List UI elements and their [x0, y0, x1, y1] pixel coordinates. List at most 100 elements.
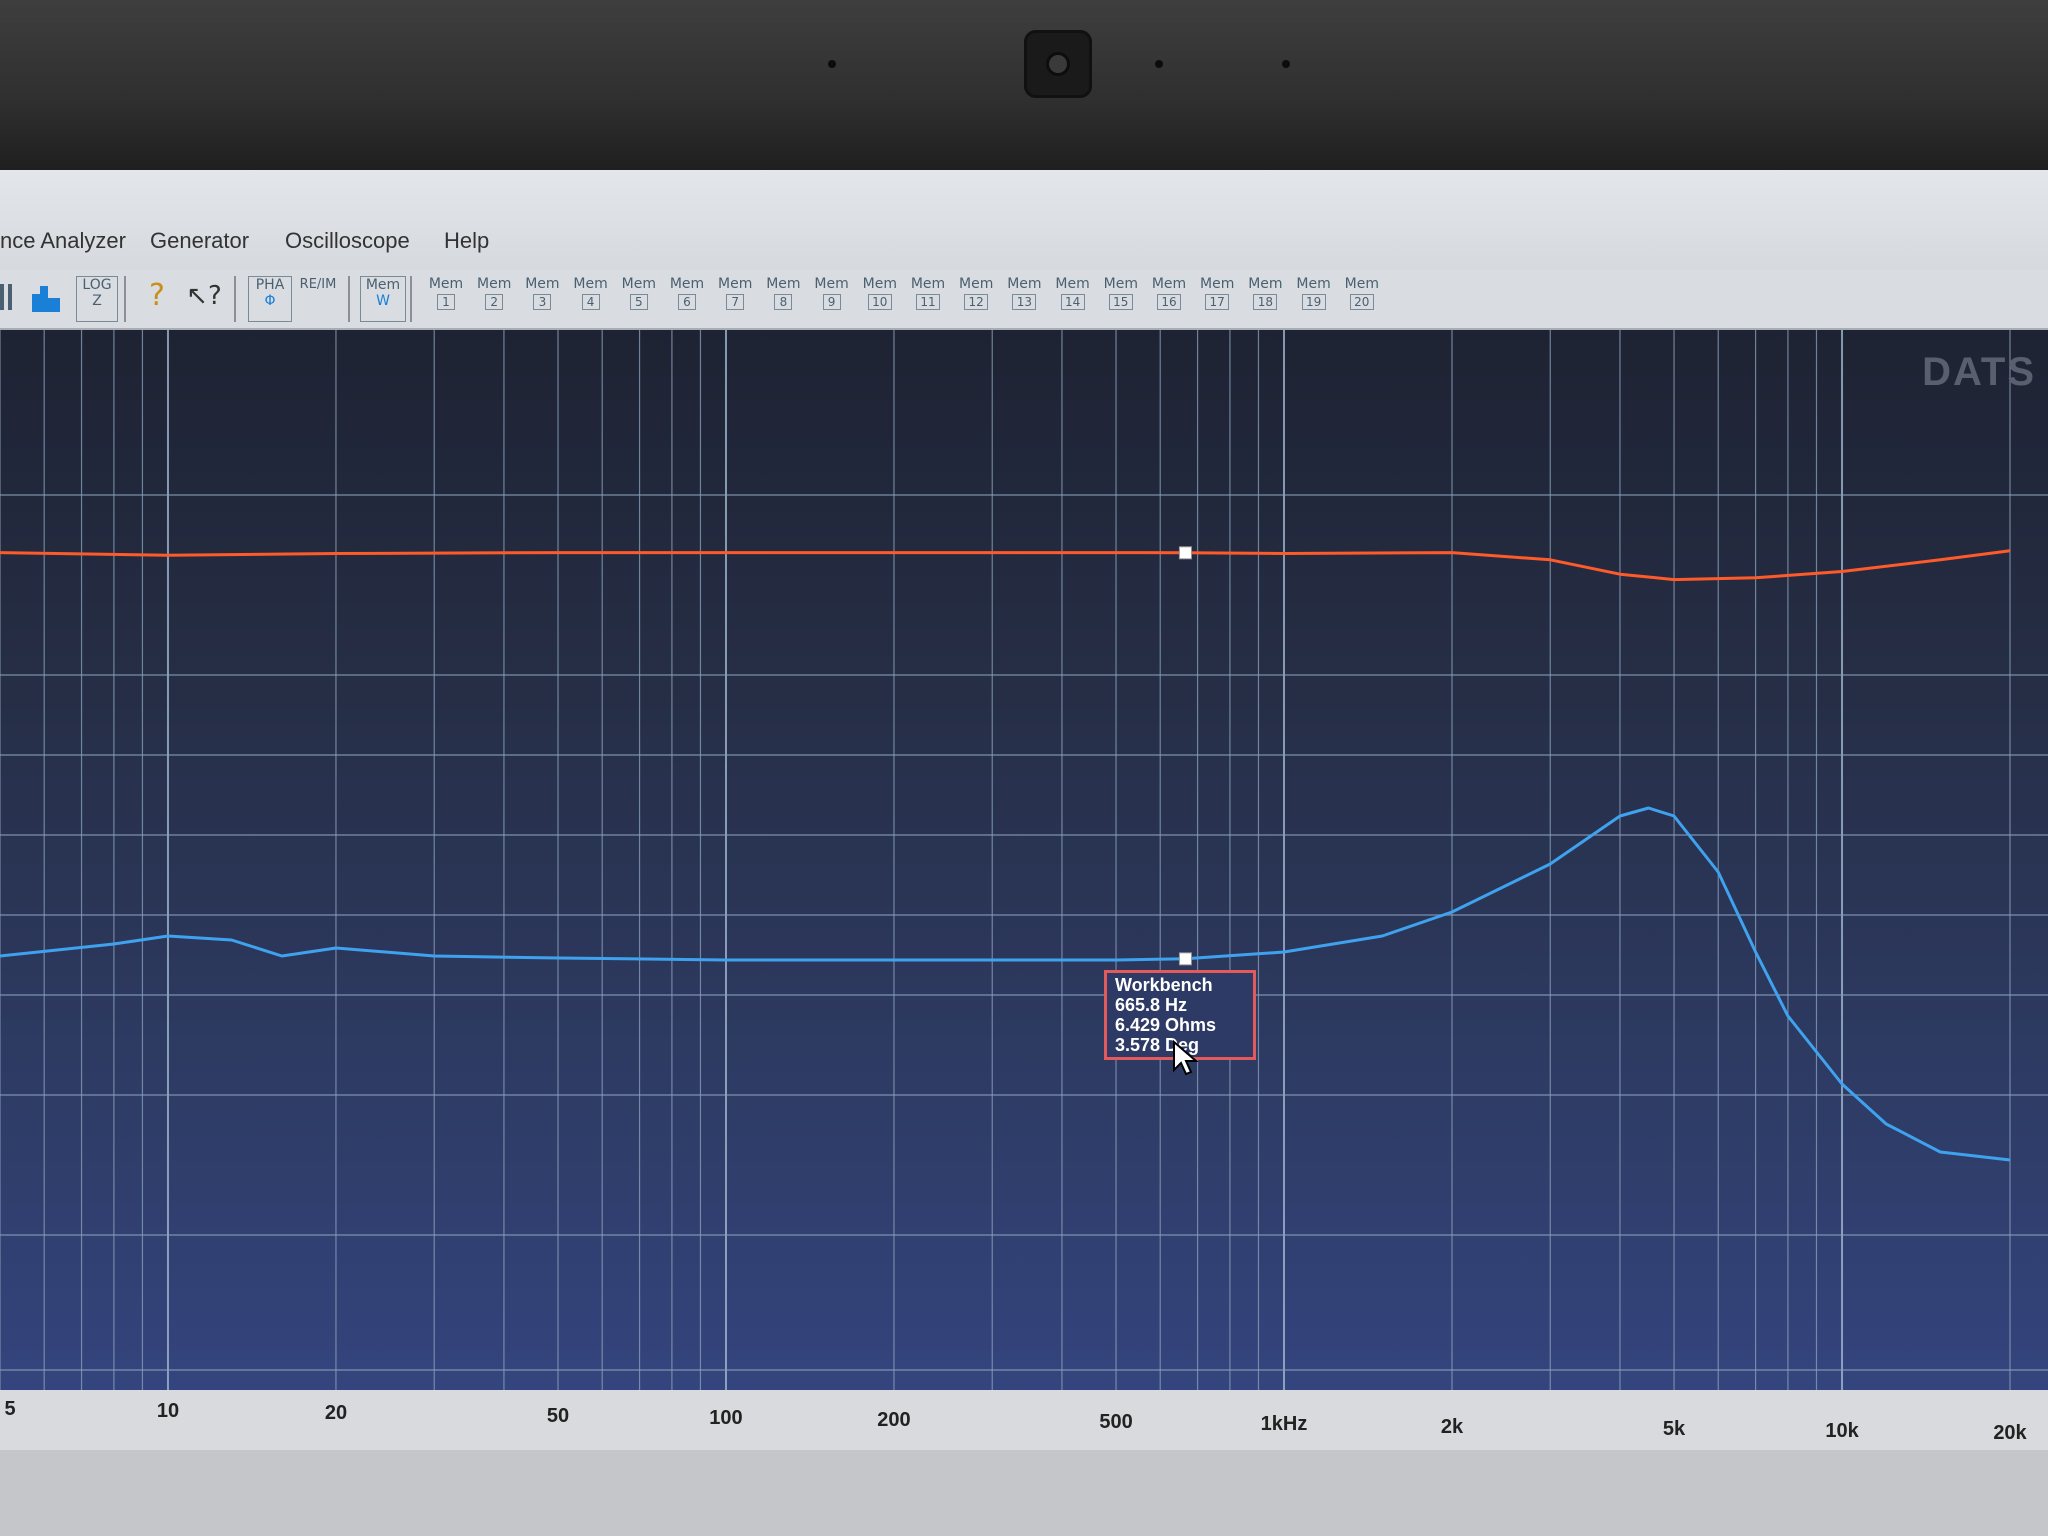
- x-tick-label: 20k: [1993, 1422, 2027, 1445]
- mem-slot-label: Mem: [1200, 276, 1235, 292]
- plot-canvas[interactable]: [0, 330, 2048, 1536]
- mem-slot-8-button[interactable]: Mem 8: [765, 276, 801, 320]
- mem-slot-label: Mem: [477, 276, 512, 292]
- x-tick-label: 10: [156, 1400, 180, 1423]
- phase-toggle-button[interactable]: PHA Φ: [248, 276, 292, 322]
- menu-bar: nce Analyzer Generator Oscilloscope Help: [0, 170, 2048, 270]
- x-axis-labels: 5 10 20 50 100 200 500 1kHz 2k 5k 10k 20k: [0, 1390, 2048, 1450]
- mem-slot-14-button[interactable]: Mem 14: [1055, 276, 1091, 320]
- mem-slot-18-button[interactable]: Mem 18: [1247, 276, 1283, 320]
- mem-slot-3-button[interactable]: Mem 3: [524, 276, 560, 320]
- pha-label: PHA: [255, 277, 285, 293]
- mem-slot-label: Mem: [1296, 276, 1331, 292]
- context-help-button[interactable]: ↖?: [186, 276, 222, 320]
- phi-icon: Φ: [264, 293, 276, 309]
- mem-slot-4-button[interactable]: Mem 4: [573, 276, 609, 320]
- mem-slot-number: 17: [1205, 294, 1230, 310]
- pause-icon: [0, 284, 12, 310]
- mem-slot-19-button[interactable]: Mem 19: [1296, 276, 1332, 320]
- x-tick-label: 100: [709, 1406, 743, 1429]
- mem-slot-6-button[interactable]: Mem 6: [669, 276, 705, 320]
- mem-slot-number: 14: [1060, 294, 1085, 310]
- impedance-plot[interactable]: DATS: [0, 330, 2048, 1536]
- grid: [0, 330, 2011, 1536]
- mem-slot-label: Mem: [1151, 276, 1187, 292]
- mem-slot-number: 7: [726, 294, 745, 310]
- mem-w-button[interactable]: Mem W: [360, 276, 406, 322]
- phase-curve: [0, 549, 2011, 582]
- mem-slot-number: 2: [485, 294, 504, 310]
- menu-generator[interactable]: Generator: [150, 228, 249, 254]
- x-tick-label: 50: [546, 1404, 570, 1427]
- mem-w-sub: W: [376, 293, 390, 309]
- z-label: Z: [92, 293, 102, 309]
- re-im-button[interactable]: RE/IM: [298, 276, 338, 320]
- mem-slot-label: Mem: [621, 276, 656, 292]
- mem-slot-label: Mem: [910, 276, 946, 292]
- re-im-label: RE/IM: [299, 277, 337, 292]
- mem-slot-number: 15: [1108, 294, 1133, 310]
- mem-slot-number: 9: [822, 294, 841, 310]
- mem-slot-13-button[interactable]: Mem 13: [1006, 276, 1042, 320]
- tooltip-name: Workbench: [1115, 975, 1213, 995]
- bar-graph-button[interactable]: [30, 276, 64, 320]
- help-button[interactable]: ?: [144, 276, 170, 320]
- x-tick-label: 200: [877, 1409, 911, 1431]
- mem-slot-number: 3: [533, 294, 552, 310]
- mem-slot-label: Mem: [814, 276, 849, 292]
- toolbar-separator: [124, 276, 126, 322]
- bezel-sensor-dot: [1282, 60, 1290, 68]
- mem-slot-number: 8: [774, 294, 793, 310]
- x-tick-label: 5k: [1662, 1417, 1686, 1440]
- mem-slot-label: Mem: [1248, 276, 1283, 292]
- webcam-lens: [1046, 52, 1070, 76]
- bezel-sensor-dot: [828, 60, 836, 68]
- mem-slot-label: Mem: [1103, 276, 1138, 292]
- pause-button[interactable]: [0, 276, 16, 320]
- mem-slot-20-button[interactable]: Mem 20: [1344, 276, 1380, 320]
- mem-slot-label: Mem: [862, 276, 897, 292]
- mem-slot-number: 19: [1301, 294, 1326, 310]
- x-tick-label: 2k: [1440, 1415, 1464, 1438]
- mem-slot-10-button[interactable]: Mem 10: [862, 276, 898, 320]
- webcam: [1024, 30, 1092, 98]
- impedance-curve: [0, 806, 2011, 1162]
- menu-help[interactable]: Help: [444, 228, 489, 254]
- mem-slot-1-button[interactable]: Mem 1: [428, 276, 464, 320]
- mem-slot-number: 16: [1157, 294, 1181, 310]
- watermark: DATS: [1922, 350, 2036, 394]
- mem-slot-number: 10: [867, 294, 892, 310]
- mem-slot-number: 6: [678, 294, 696, 310]
- mem-slot-15-button[interactable]: Mem 15: [1103, 276, 1139, 320]
- toolbar-separator: [348, 276, 350, 322]
- menu-impedance-analyzer[interactable]: nce Analyzer: [0, 228, 126, 254]
- mem-slot-number: 5: [629, 294, 648, 310]
- mem-slot-number: 18: [1253, 294, 1278, 310]
- mem-slot-9-button[interactable]: Mem 9: [814, 276, 850, 320]
- mem-slot-2-button[interactable]: Mem 2: [476, 276, 512, 320]
- toolbar: LOG Z ? ↖? PHA Φ RE/IM Mem W Mem 1 Mem 2 Mem…: [0, 270, 2048, 330]
- x-tick-label: 500: [1099, 1411, 1133, 1434]
- mem-slot-16-button[interactable]: Mem 16: [1151, 276, 1187, 320]
- mem-slot-label: Mem: [1007, 276, 1042, 292]
- mem-slot-7-button[interactable]: Mem 7: [717, 276, 753, 320]
- mem-slot-number: 20: [1349, 294, 1374, 310]
- laptop-bezel: [0, 0, 2048, 170]
- mem-slot-12-button[interactable]: Mem 12: [958, 276, 994, 320]
- pointer-help-icon: ↖?: [186, 281, 222, 311]
- log-z-button[interactable]: LOG Z: [76, 276, 118, 322]
- menu-oscilloscope[interactable]: Oscilloscope: [285, 228, 410, 254]
- mem-slot-17-button[interactable]: Mem 17: [1199, 276, 1235, 320]
- mem-slot-label: Mem: [525, 276, 560, 292]
- mouse-cursor-icon: [1173, 1040, 1199, 1076]
- mem-slot-label: Mem: [1055, 276, 1090, 292]
- mem-slot-number: 11: [916, 294, 940, 310]
- impedance-cursor-marker[interactable]: [1178, 952, 1192, 966]
- x-tick-label: 20: [324, 1402, 348, 1425]
- mem-slot-number: 13: [1012, 294, 1037, 310]
- horizontal-grid: [0, 494, 2048, 1371]
- mem-slot-5-button[interactable]: Mem 5: [621, 276, 657, 320]
- mem-slot-11-button[interactable]: Mem 11: [910, 276, 946, 320]
- x-tick-label: 10k: [1825, 1420, 1859, 1442]
- phase-cursor-marker[interactable]: [1178, 546, 1192, 560]
